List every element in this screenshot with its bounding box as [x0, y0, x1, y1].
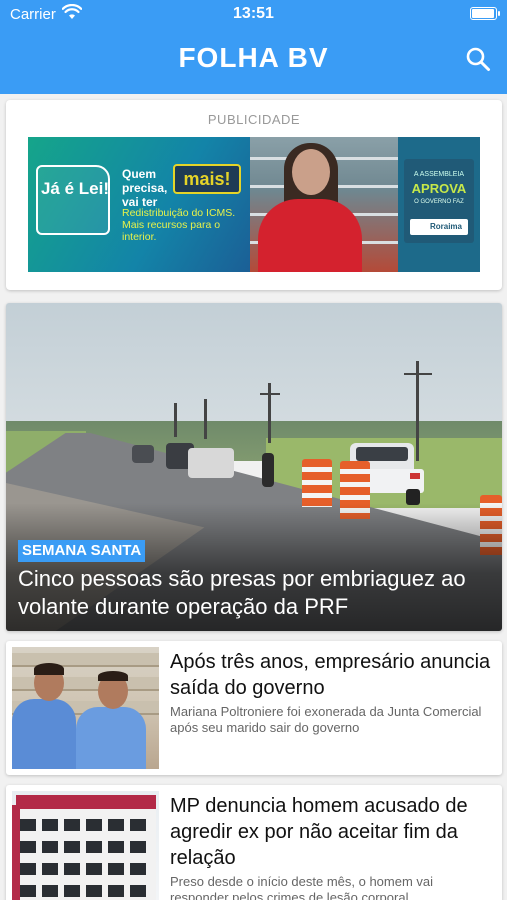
- hero-title[interactable]: Cinco pessoas são presas por embriaguez …: [18, 565, 494, 621]
- ad-banner[interactable]: Já é Lei! Quem precisa, vai ter mais! Re…: [28, 137, 480, 272]
- battery-icon: [470, 7, 500, 20]
- app-header: Carrier 13:51 FOLHA BV: [0, 0, 507, 94]
- ad-subtext: Redistribuição do ICMS. Mais recursos pa…: [122, 207, 236, 243]
- article-title[interactable]: Após três anos, empresário anuncia saída…: [170, 649, 494, 701]
- article-card[interactable]: MP denuncia homem acusado de agredir ex …: [6, 785, 502, 900]
- ad-right-panel: A ASSEMBLEIA APROVA O GOVERNO FAZ Roraim…: [398, 137, 480, 272]
- ad-label: PUBLICIDADE: [207, 112, 301, 127]
- article-thumbnail[interactable]: [12, 791, 159, 900]
- article-summary: Preso desde o início deste mês, o homem …: [170, 874, 434, 900]
- article-card[interactable]: Após três anos, empresário anuncia saída…: [6, 641, 502, 775]
- ad-law-badge: Já é Lei!: [36, 165, 110, 235]
- article-summary: Mariana Poltroniere foi exonerada da Jun…: [170, 704, 482, 735]
- hero-article[interactable]: SEMANA SANTA Cinco pessoas são presas po…: [6, 303, 502, 631]
- ad-container: PUBLICIDADE Já é Lei! Quem precisa, vai …: [6, 100, 502, 290]
- ad-seal-sub: O GOVERNO FAZ: [414, 199, 464, 205]
- ad-seal-top: A ASSEMBLEIA: [413, 171, 465, 178]
- ad-headline: Quem precisa, vai ter: [122, 167, 168, 209]
- search-icon[interactable]: [465, 46, 491, 72]
- ad-law-badge-text: Já é Lei!: [40, 179, 110, 198]
- status-time: 13:51: [233, 5, 274, 22]
- ad-logo: Roraima: [410, 219, 468, 235]
- ad-photo: [250, 137, 398, 272]
- ad-seal-main: APROVA: [411, 181, 467, 196]
- ad-seal: A ASSEMBLEIA APROVA O GOVERNO FAZ Roraim…: [404, 159, 474, 243]
- app-title: FOLHA BV: [178, 42, 329, 73]
- article-title[interactable]: MP denuncia homem acusado de agredir ex …: [170, 793, 494, 871]
- hero-category-tag: SEMANA SANTA: [18, 540, 146, 562]
- status-bar: Carrier 13:51: [0, 0, 507, 28]
- ad-left-panel: Já é Lei! Quem precisa, vai ter mais! Re…: [28, 137, 250, 272]
- ad-highlight: mais!: [173, 164, 241, 194]
- article-thumbnail[interactable]: [12, 647, 159, 769]
